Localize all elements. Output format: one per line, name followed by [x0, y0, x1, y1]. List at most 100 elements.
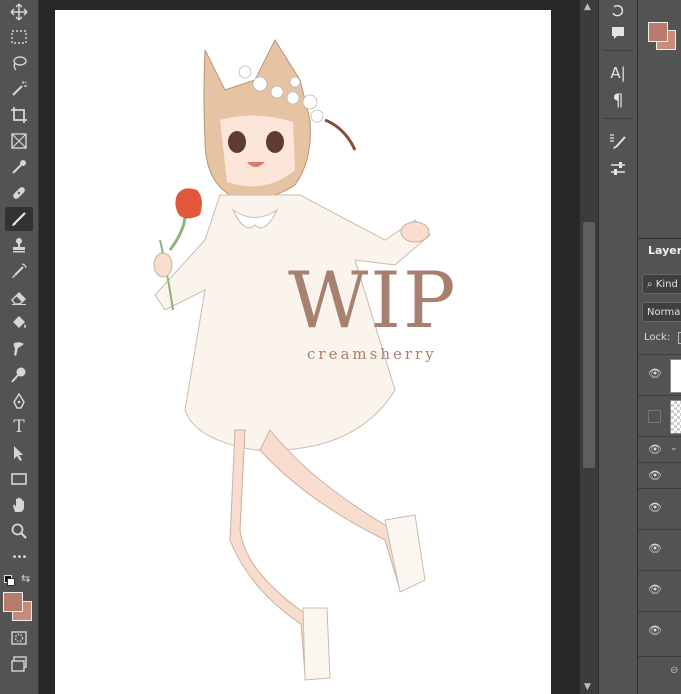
- visibility-eye-icon[interactable]: 👁: [648, 469, 662, 483]
- foreground-color-swatch[interactable]: [3, 592, 23, 612]
- character-illustration: [153, 38, 431, 681]
- stamp-icon: [13, 238, 25, 253]
- expand-chevron-icon[interactable]: ⌄: [670, 443, 678, 453]
- move-icon: [10, 3, 28, 21]
- adjustments-icon[interactable]: [605, 158, 631, 180]
- layer-row[interactable]: 👁: [638, 462, 681, 489]
- smudge-tool[interactable]: [5, 337, 33, 361]
- rectangle-tool[interactable]: [5, 467, 33, 491]
- search-icon: ⌕: [647, 279, 653, 290]
- layer-group-row[interactable]: 👁 ⌄: [638, 436, 681, 463]
- arrow-icon: [14, 446, 23, 461]
- bandage-icon: [13, 187, 25, 199]
- pen-icon: [13, 392, 25, 409]
- canvas-vertical-scrollbar[interactable]: ▲ ▼: [579, 0, 598, 694]
- eyedropper-tool[interactable]: [5, 155, 33, 179]
- scrollbar-thumb[interactable]: [583, 222, 595, 468]
- scroll-down-icon[interactable]: ▼: [584, 682, 591, 692]
- bucket-icon: [13, 316, 26, 328]
- lock-label: Lock:: [644, 332, 671, 343]
- eraser-tool[interactable]: [5, 285, 33, 309]
- layer-row[interactable]: 👁: [638, 354, 681, 395]
- quick-mask-button[interactable]: [5, 626, 33, 650]
- signature-text: creamsherry: [307, 345, 437, 363]
- move-tool[interactable]: [5, 0, 33, 24]
- character-icon[interactable]: A|: [605, 62, 631, 84]
- hand-icon: [13, 497, 24, 512]
- frame-icon: [11, 133, 27, 149]
- layers-footer: ⊖: [638, 656, 681, 694]
- frame-tool[interactable]: [5, 129, 33, 153]
- layer-row[interactable]: [638, 395, 681, 436]
- path-selection-tool[interactable]: [5, 441, 33, 465]
- visibility-eye-icon[interactable]: 👁: [648, 367, 662, 381]
- zoom-tool[interactable]: [5, 519, 33, 543]
- history-brush-icon: [12, 263, 27, 278]
- healing-brush-tool[interactable]: [5, 181, 33, 205]
- lasso-tool[interactable]: [5, 51, 33, 75]
- history-brush-tool[interactable]: [5, 259, 33, 283]
- collapsed-panels-strip: A| ¶: [598, 0, 637, 694]
- dodge-tool[interactable]: [5, 363, 33, 387]
- layer-row[interactable]: 👁: [638, 529, 681, 570]
- layer-thumbnail: [670, 359, 681, 393]
- default-colors-icon[interactable]: [4, 575, 15, 586]
- visibility-eye-icon[interactable]: 👁: [648, 583, 662, 597]
- type-icon: T: [13, 417, 25, 437]
- eraser-icon: [11, 292, 26, 305]
- blend-mode-select[interactable]: Normal: [642, 302, 681, 322]
- ellipsis-icon: •••: [11, 551, 28, 563]
- quick-mask-icon: [11, 631, 27, 645]
- magic-wand-icon: [12, 81, 27, 96]
- panel-foreground-swatch[interactable]: [648, 22, 668, 42]
- layer-row[interactable]: 👁: [638, 611, 681, 652]
- canvas-area[interactable]: WIP creamsherry: [39, 0, 579, 694]
- layers-tab[interactable]: Layers: [638, 238, 681, 262]
- rect-marquee-icon: [11, 30, 27, 44]
- filter-kind-label: Kind: [655, 279, 678, 290]
- hand-tool[interactable]: [5, 493, 33, 517]
- visibility-off-icon[interactable]: [648, 410, 661, 423]
- dodge-icon: [11, 367, 26, 383]
- watermark-text: WIP: [288, 256, 458, 346]
- document-canvas[interactable]: WIP creamsherry: [55, 10, 551, 694]
- crop-tool[interactable]: [5, 103, 33, 127]
- paragraph-icon[interactable]: ¶: [605, 90, 631, 112]
- brush-icon: [12, 212, 26, 226]
- visibility-eye-icon[interactable]: 👁: [648, 542, 662, 556]
- magic-wand-tool[interactable]: [5, 77, 33, 101]
- swap-colors-icon[interactable]: ⇆: [21, 572, 30, 585]
- type-tool[interactable]: T: [5, 415, 33, 439]
- crop-icon: [11, 107, 27, 123]
- paint-bucket-tool[interactable]: [5, 311, 33, 335]
- visibility-eye-icon[interactable]: 👁: [648, 624, 662, 638]
- scroll-up-icon[interactable]: ▲: [584, 2, 591, 12]
- history-icon[interactable]: [605, 0, 631, 22]
- rectangle-icon: [11, 473, 27, 485]
- marquee-tool[interactable]: [5, 25, 33, 49]
- layer-thumbnail: [670, 400, 681, 434]
- visibility-eye-icon[interactable]: 👁: [648, 443, 662, 457]
- divider: [603, 118, 633, 119]
- screen-mode-icon: [11, 656, 27, 672]
- comments-icon[interactable]: [605, 22, 631, 44]
- smudge-icon: [13, 342, 24, 356]
- eyedropper-icon: [12, 160, 26, 174]
- layer-row[interactable]: 👁: [638, 570, 681, 611]
- layer-row[interactable]: 👁: [638, 488, 681, 529]
- brush-tool[interactable]: [5, 207, 33, 231]
- screen-mode-button[interactable]: [5, 652, 33, 676]
- brush-settings-icon[interactable]: [605, 130, 631, 152]
- more-tools[interactable]: •••: [5, 545, 33, 569]
- right-panels: Layers ⌕ Kind Normal Lock: 👁 👁 ⌄ 👁 👁 👁 👁…: [637, 0, 681, 694]
- clone-stamp-tool[interactable]: [5, 233, 33, 257]
- zoom-icon: [11, 523, 27, 539]
- tools-panel: T ••• ⇆: [0, 0, 39, 694]
- visibility-eye-icon[interactable]: 👁: [648, 501, 662, 515]
- divider: [603, 50, 633, 51]
- lasso-icon: [13, 56, 27, 71]
- layer-filter-kind[interactable]: ⌕ Kind: [642, 274, 681, 294]
- color-panel: [638, 0, 681, 232]
- link-layers-icon[interactable]: ⊖: [670, 665, 678, 676]
- pen-tool[interactable]: [5, 389, 33, 413]
